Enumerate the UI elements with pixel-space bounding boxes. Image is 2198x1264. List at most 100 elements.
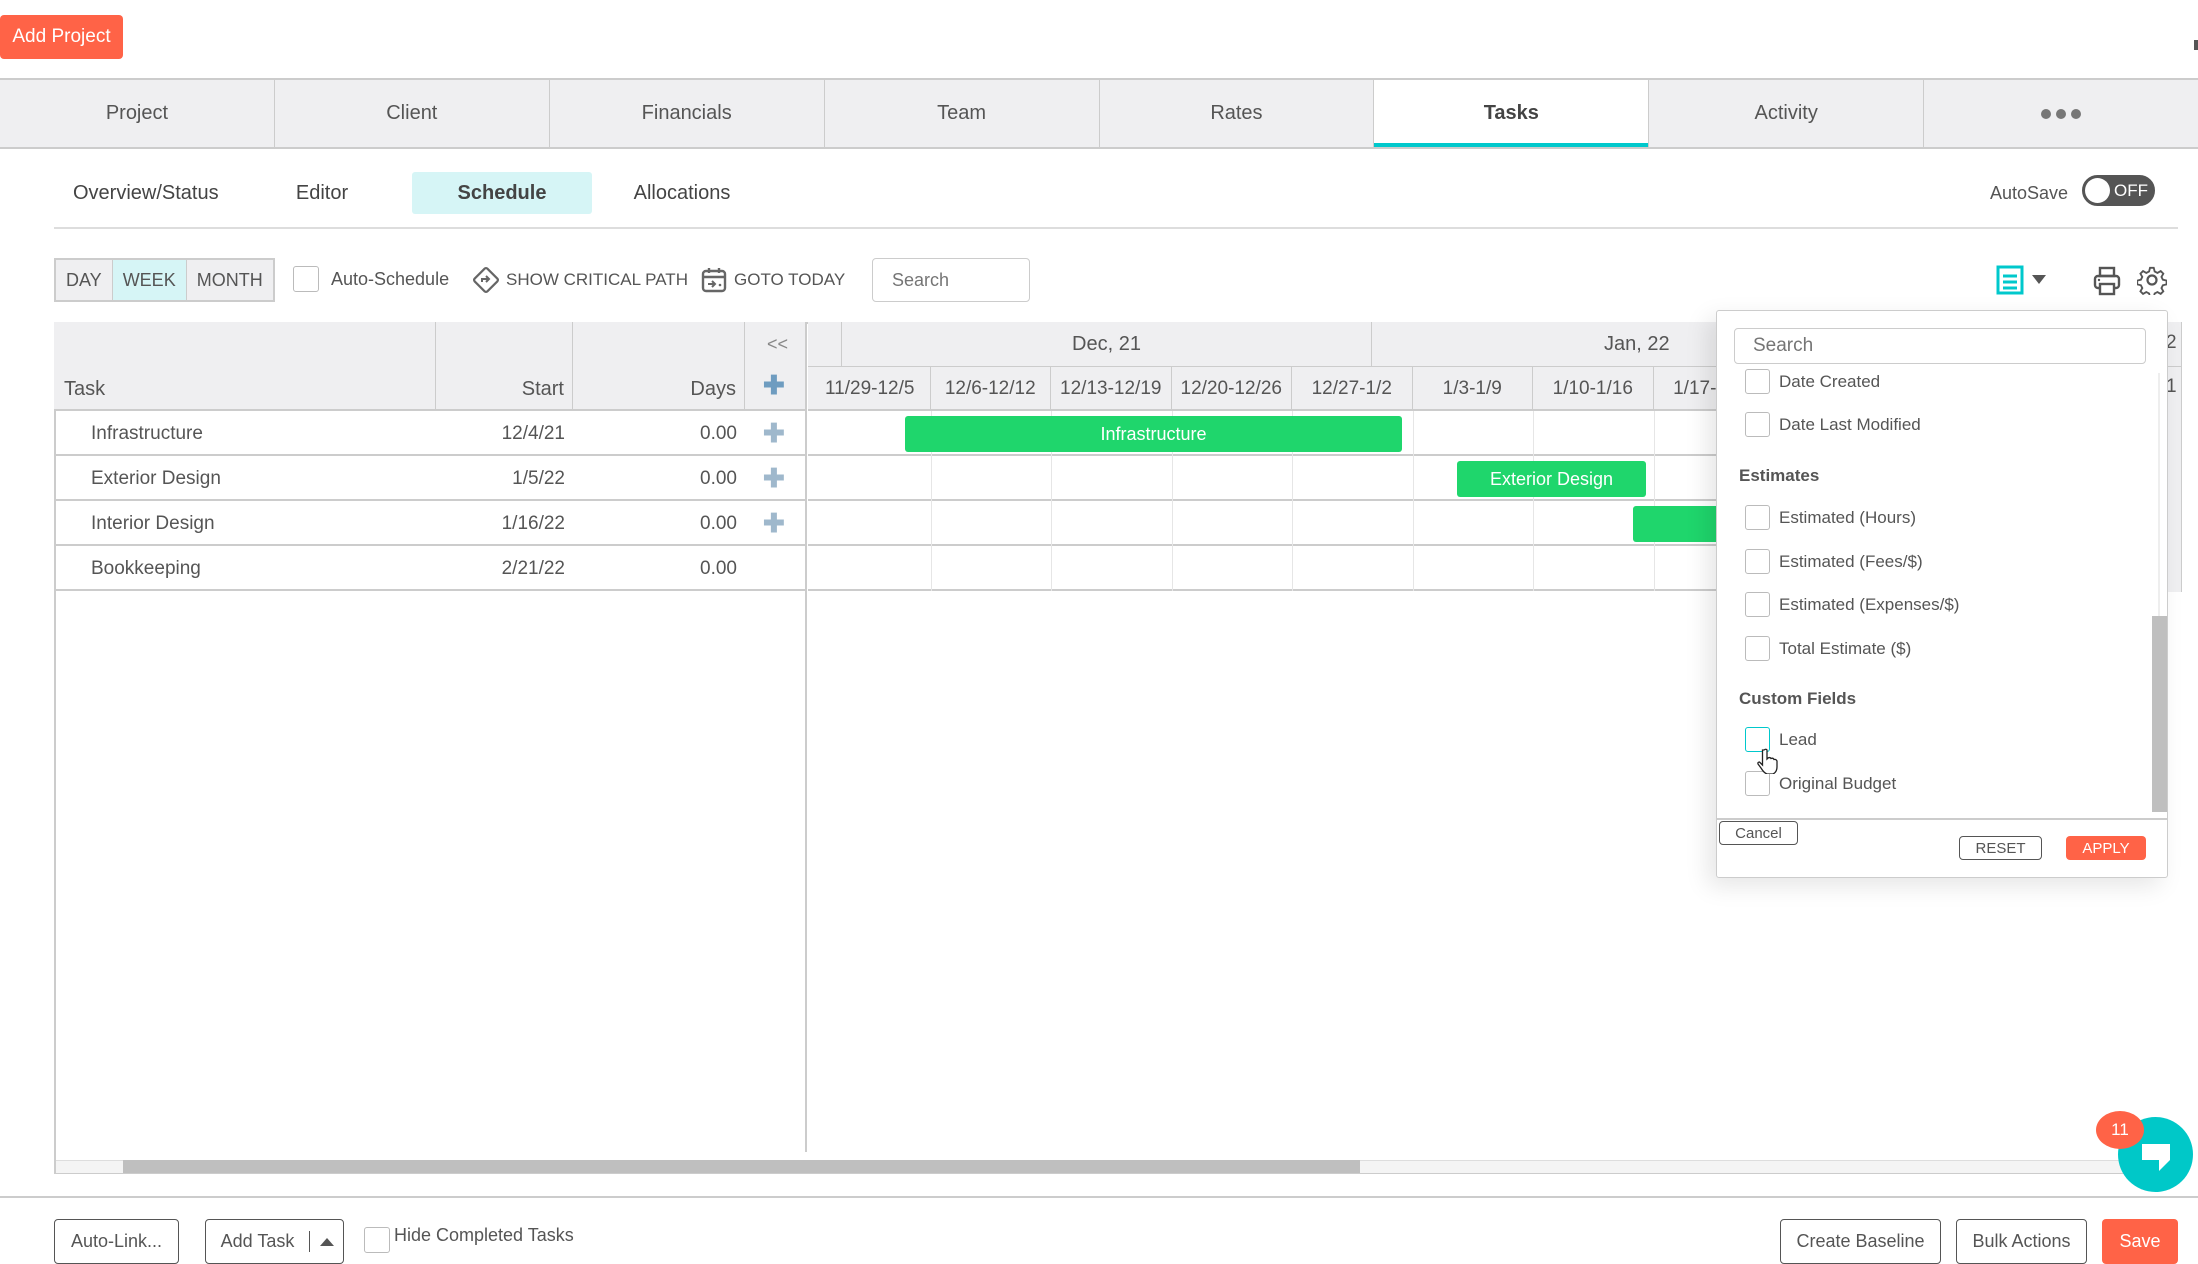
- save-button[interactable]: Save: [2102, 1219, 2178, 1264]
- tab-financials[interactable]: Financials: [550, 80, 825, 147]
- gantt-bar[interactable]: [1633, 506, 1723, 542]
- timeline-header-overflow: 2 1: [2168, 322, 2182, 592]
- auto-schedule-checkbox[interactable]: [293, 266, 319, 292]
- add-subtask-plus-icon[interactable]: ✚: [763, 501, 785, 546]
- autosave-toggle[interactable]: OFF: [2082, 175, 2155, 206]
- column-option-estimated-hours[interactable]: Estimated (Hours): [1745, 505, 1916, 530]
- gantt-bar[interactable]: Exterior Design: [1457, 461, 1646, 497]
- col-header-days[interactable]: Days: [573, 322, 745, 411]
- gantt-bar[interactable]: Infrastructure: [905, 416, 1402, 452]
- checkbox[interactable]: [1745, 549, 1770, 574]
- column-option-date-last-modified[interactable]: Date Last Modified: [1745, 412, 1921, 437]
- task-days-cell[interactable]: 0.00: [573, 411, 737, 456]
- task-row[interactable]: Exterior Design 1/5/22 0.00 ✚: [54, 456, 806, 501]
- subtab-editor[interactable]: Editor: [232, 172, 412, 214]
- hide-completed-checkbox[interactable]: [364, 1227, 390, 1253]
- column-option-date-created[interactable]: Date Created: [1745, 369, 1880, 394]
- hide-completed-toggle[interactable]: Hide Completed Tasks: [364, 1225, 574, 1253]
- view-week-button[interactable]: WEEK: [112, 260, 187, 300]
- week-cell: 1/17-1/23: [1654, 367, 1716, 409]
- grid-header: Task Start Days << ✚: [54, 322, 806, 411]
- column-search-input[interactable]: [1734, 328, 2146, 364]
- tab-more[interactable]: [1924, 80, 2198, 147]
- task-start-cell[interactable]: 12/4/21: [436, 411, 565, 456]
- task-start-cell[interactable]: 1/5/22: [436, 456, 565, 501]
- apply-button[interactable]: APPLY: [2066, 836, 2146, 860]
- bulk-actions-button[interactable]: Bulk Actions: [1956, 1219, 2087, 1264]
- collapse-grid-button[interactable]: <<: [767, 334, 788, 355]
- tab-client[interactable]: Client: [275, 80, 550, 147]
- printer-icon: [2093, 266, 2121, 296]
- critical-path-label: SHOW CRITICAL PATH: [506, 270, 688, 289]
- checkbox[interactable]: [1745, 412, 1770, 437]
- dropdown-scrollbar-thumb[interactable]: [2152, 616, 2167, 812]
- column-option-original-budget[interactable]: Original Budget: [1745, 771, 1896, 796]
- task-name-cell[interactable]: Exterior Design: [91, 456, 221, 501]
- task-name-cell[interactable]: Interior Design: [91, 501, 215, 546]
- task-search-input[interactable]: [872, 258, 1030, 302]
- checkbox[interactable]: [1745, 771, 1770, 796]
- view-day-button[interactable]: DAY: [56, 260, 113, 300]
- tab-tasks[interactable]: Tasks: [1374, 80, 1650, 147]
- task-days-cell[interactable]: 0.00: [573, 546, 737, 591]
- add-task-button[interactable]: Add Task: [206, 1231, 310, 1252]
- show-critical-path-button[interactable]: SHOW CRITICAL PATH: [472, 266, 688, 294]
- task-row[interactable]: Infrastructure 12/4/21 0.00 ✚: [54, 411, 806, 456]
- column-option-estimated-fees[interactable]: Estimated (Fees/$): [1745, 549, 1923, 574]
- cancel-button[interactable]: Cancel: [1719, 821, 1798, 845]
- task-row[interactable]: Bookkeeping 2/21/22 0.00: [54, 546, 806, 591]
- divider: [54, 227, 2178, 229]
- sub-tabs: Overview/Status Editor Schedule Allocati…: [54, 172, 772, 214]
- col-header-start[interactable]: Start: [436, 322, 573, 411]
- week-gridline: [1533, 411, 1534, 591]
- caret-down-icon: [2032, 275, 2046, 284]
- subtab-overview-status[interactable]: Overview/Status: [54, 172, 232, 214]
- add-task-plus-icon[interactable]: ✚: [763, 370, 785, 401]
- subtab-allocations[interactable]: Allocations: [592, 172, 772, 214]
- auto-link-button[interactable]: Auto-Link...: [54, 1219, 179, 1264]
- add-subtask-plus-icon[interactable]: ✚: [763, 456, 785, 501]
- week-cell: 12/13-12/19: [1051, 367, 1172, 409]
- task-start-cell[interactable]: 1/16/22: [436, 501, 565, 546]
- column-option-estimated-expenses[interactable]: Estimated (Expenses/$): [1745, 592, 1959, 617]
- task-row[interactable]: Interior Design 1/16/22 0.00 ✚: [54, 501, 806, 546]
- add-subtask-plus-icon[interactable]: ✚: [763, 411, 785, 456]
- column-picker-button[interactable]: [1996, 265, 2046, 295]
- col-header-task[interactable]: Task: [54, 322, 436, 411]
- checkbox[interactable]: [1745, 505, 1770, 530]
- tab-activity[interactable]: Activity: [1649, 80, 1925, 147]
- reset-button[interactable]: RESET: [1959, 836, 2042, 860]
- print-button[interactable]: [2092, 266, 2122, 301]
- week-gridline: [1653, 411, 1655, 591]
- week-gridline: [1412, 411, 1414, 591]
- auto-schedule-toggle[interactable]: Auto-Schedule: [293, 266, 449, 292]
- settings-button[interactable]: [2136, 265, 2168, 300]
- horizontal-scrollbar-thumb[interactable]: [123, 1160, 1360, 1173]
- create-baseline-button[interactable]: Create Baseline: [1780, 1219, 1941, 1264]
- tab-project[interactable]: Project: [0, 80, 275, 147]
- timeline-header: Dec, 21 Jan, 22 11/29-12/5 12/6-12/12 12/1…: [808, 322, 1716, 411]
- task-name-cell[interactable]: Bookkeeping: [91, 546, 201, 591]
- column-option-lead[interactable]: Lead: [1745, 727, 1817, 752]
- section-title-estimates: Estimates: [1739, 466, 1820, 485]
- section-title-custom-fields: Custom Fields: [1739, 689, 1857, 708]
- tab-team[interactable]: Team: [825, 80, 1100, 147]
- tab-rates[interactable]: Rates: [1100, 80, 1375, 147]
- divider: [0, 1196, 2198, 1198]
- task-days-cell[interactable]: 0.00: [573, 456, 737, 501]
- checkbox[interactable]: [1745, 369, 1770, 394]
- view-month-button[interactable]: MONTH: [187, 260, 273, 300]
- task-start-cell[interactable]: 2/21/22: [436, 546, 565, 591]
- task-name-cell[interactable]: Infrastructure: [91, 411, 203, 456]
- week-cell: 1/10-1/16: [1533, 367, 1654, 409]
- column-option-total-estimate[interactable]: Total Estimate ($): [1745, 636, 1911, 661]
- toggle-state: OFF: [2114, 181, 2148, 200]
- checkbox[interactable]: [1745, 636, 1770, 661]
- add-project-button[interactable]: Add Project: [0, 15, 123, 59]
- task-days-cell[interactable]: 0.00: [573, 501, 737, 546]
- checkbox[interactable]: [1745, 592, 1770, 617]
- goto-today-button[interactable]: GOTO TODAY: [700, 266, 845, 294]
- grid-splitter[interactable]: [805, 322, 807, 1152]
- subtab-schedule[interactable]: Schedule: [412, 172, 592, 214]
- add-task-menu-button[interactable]: [310, 1237, 343, 1246]
